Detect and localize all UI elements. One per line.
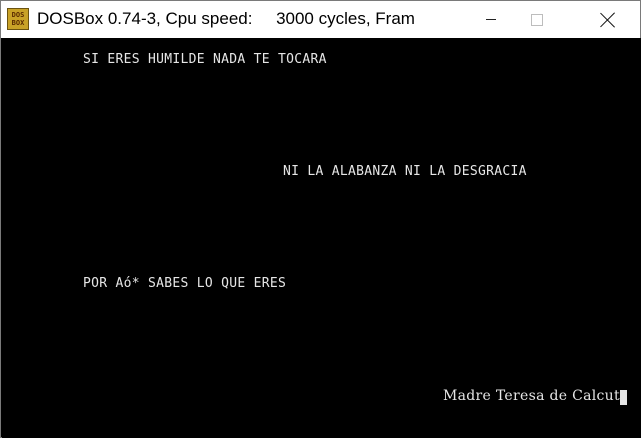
close-button[interactable] bbox=[585, 1, 631, 38]
title-bar[interactable]: DOS BOX DOSBox 0.74-3, Cpu speed: 3000 c… bbox=[1, 1, 640, 38]
screen-line-4: Madre Teresa de Calcut bbox=[443, 388, 620, 404]
dos-screen[interactable]: SI ERES HUMILDE NADA TE TOCARA NI LA ALA… bbox=[2, 38, 641, 438]
maximize-icon bbox=[531, 13, 543, 26]
screen-line-2: NI LA ALABANZA NI LA DESGRACIA bbox=[283, 164, 527, 179]
window-title: DOSBox 0.74-3, Cpu speed: 3000 cycles, F… bbox=[37, 9, 415, 28]
maximize-button[interactable] bbox=[514, 1, 560, 38]
screen-line-1: SI ERES HUMILDE NADA TE TOCARA bbox=[83, 52, 327, 67]
close-icon bbox=[600, 12, 616, 28]
screen-line-3: POR Aó* SABES LO QUE ERES bbox=[83, 276, 287, 291]
dosbox-app-icon[interactable]: DOS BOX bbox=[7, 8, 29, 30]
app-icon-text-top: DOS bbox=[11, 11, 25, 19]
minimize-button[interactable] bbox=[468, 1, 514, 38]
app-icon-text-bottom: BOX bbox=[11, 19, 25, 27]
text-cursor bbox=[620, 390, 627, 405]
dosbox-window: DOS BOX DOSBox 0.74-3, Cpu speed: 3000 c… bbox=[0, 0, 641, 438]
minimize-icon bbox=[486, 19, 496, 20]
